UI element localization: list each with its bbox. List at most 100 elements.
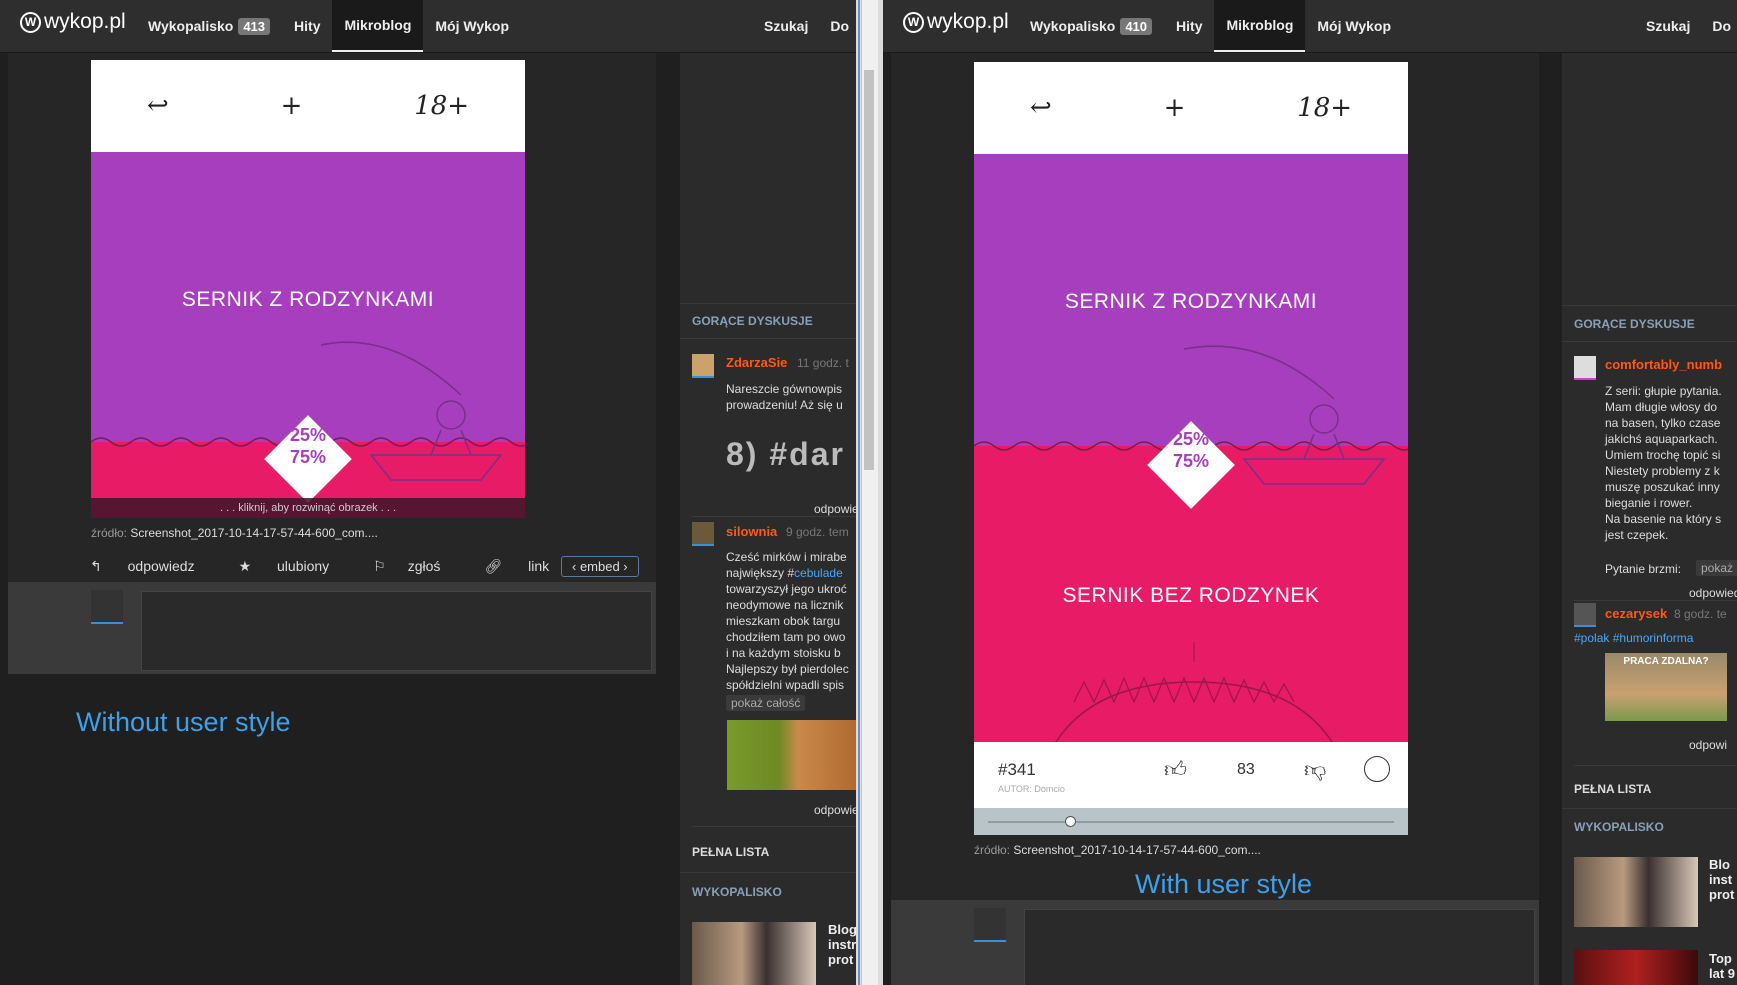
full-list-link[interactable]: PEŁNA LISTA: [1574, 782, 1651, 796]
slider-knob[interactable]: [1065, 816, 1076, 827]
wykopalisko-heading: WYKOPALISKO: [692, 885, 782, 899]
news-thumbnail[interactable]: [1574, 950, 1698, 985]
reply-textarea[interactable]: [1024, 909, 1535, 985]
news-title[interactable]: Top lat 9: [1709, 951, 1735, 981]
logo-text: wykop.pl: [44, 10, 126, 33]
nav-mikroblog[interactable]: Mikroblog: [1214, 0, 1306, 52]
nav-search-link[interactable]: Szukaj: [764, 18, 808, 34]
wykop-logo-icon: W: [903, 11, 924, 33]
thumbs-up-icon[interactable]: 👍︎: [1164, 756, 1187, 783]
divider: [1574, 765, 1737, 766]
nav-mikroblog[interactable]: Mikroblog: [332, 0, 424, 52]
hot-discussions-heading: GORĄCE DYSKUSJE: [1574, 317, 1695, 331]
post-image[interactable]: ↩ + 18+ SERNIK Z RODZYNKAMI 25% 75% . . …: [91, 60, 525, 518]
reply-label: odpowiedz: [127, 558, 195, 574]
source-filename[interactable]: Screenshot_2017-10-14-17-57-44-600_com..…: [130, 526, 378, 540]
divider: [1562, 808, 1737, 809]
caption-without-style: Without user style: [76, 707, 291, 737]
hashtag-link[interactable]: #humorinforma: [1613, 631, 1694, 645]
nav-moj-wykop-label: Mój Wykop: [1317, 18, 1392, 34]
plus-icon: +: [1163, 93, 1186, 123]
nav-wykopalisko[interactable]: Wykopalisko 410: [1018, 0, 1164, 52]
expand-image-bar[interactable]: . . . kliknij, aby rozwinąć obrazek . . …: [91, 498, 525, 518]
main-nav: Wykopalisko 410 Hity Mikroblog Mój Wykop: [1018, 0, 1403, 52]
sidebar-reply-link[interactable]: odpowi: [1689, 738, 1727, 752]
diamond-labels: 25% 75%: [263, 424, 353, 468]
sidebar-reply-link[interactable]: odpowiedz: [814, 803, 856, 817]
meme-thumbnail[interactable]: PRACA ZDALNA?: [1605, 653, 1727, 721]
link-label: link: [528, 558, 550, 574]
thumbs-down-icon[interactable]: 👎︎: [1304, 756, 1326, 783]
reply-textarea[interactable]: [141, 591, 652, 671]
nav-wykopalisko-label: Wykopalisko: [1030, 18, 1116, 34]
nav-moj-wykop[interactable]: Mój Wykop: [423, 0, 521, 52]
avatar-zdarzasie: [692, 354, 714, 378]
post-author[interactable]: comfortably_numb: [1605, 357, 1722, 372]
messenger-icon[interactable]: [1364, 756, 1390, 782]
sidebar-reply-link[interactable]: odpowiedz: [814, 502, 856, 516]
left-browser-pane: W wykop.pl Wykopalisko 413 Hity Mikroblog…: [0, 0, 856, 985]
post-author[interactable]: ZdarzaSie: [726, 355, 787, 370]
post-text-body: towarzyszył jego ukroć neodymowe na licz…: [726, 582, 849, 692]
source-label: źródło:: [91, 526, 128, 540]
full-list-link[interactable]: PEŁNA LISTA: [692, 845, 769, 859]
back-icon: ↩: [146, 91, 169, 121]
progress-slider[interactable]: [974, 808, 1408, 835]
show-more-button[interactable]: pokaż: [1696, 560, 1737, 576]
nav-search-link[interactable]: Szukaj: [1646, 18, 1690, 34]
pct-top-label: 25%: [289, 425, 327, 445]
nav-right: Szukaj Do: [1624, 0, 1731, 52]
flag-icon: ⚐: [373, 558, 386, 574]
wykop-logo[interactable]: W wykop.pl: [903, 10, 1009, 34]
pane-divider: [856, 0, 883, 985]
news-title[interactable]: Blog instr prot: [828, 922, 856, 967]
proboscis-monkey-thumbnail[interactable]: [727, 720, 856, 790]
post-author[interactable]: cezarysek: [1605, 606, 1667, 621]
meme-text: PRACA ZDALNA?: [1623, 656, 1709, 667]
avatar-comfortably-numb: [1574, 356, 1596, 380]
hashtag-link[interactable]: #polak: [1574, 631, 1609, 645]
source-label: źródło:: [974, 843, 1011, 857]
top-nav-bar: W wykop.pl Wykopalisko 413 Hity Mikroblog…: [0, 0, 856, 53]
pct-bottom-label: 75%: [289, 447, 327, 467]
entry-author: AUTOR: Domcio: [998, 784, 1065, 794]
nav-hity[interactable]: Hity: [282, 0, 332, 52]
diamond-labels: 25% 75%: [1146, 428, 1236, 472]
back-icon: ↩: [1029, 93, 1052, 123]
logo-text: wykop.pl: [927, 10, 1009, 33]
post-text-line: największy #: [726, 566, 795, 580]
sidebar-reply-link[interactable]: odpowiedz: [1689, 586, 1737, 600]
avatar-cezarysek: [1574, 603, 1596, 627]
reply-button[interactable]: ↰ odpowiedz: [90, 558, 217, 575]
report-button[interactable]: ⚐ zgłoś: [373, 558, 462, 575]
post-image-expanded[interactable]: ↩ + 18+ SERNIK Z RODZYNKAMI SERNIK BEZ R…: [974, 62, 1408, 835]
link-icon: 🔗︎: [484, 558, 503, 574]
show-more-button[interactable]: pokaż całość: [726, 695, 806, 711]
link-button[interactable]: 🔗︎ link: [484, 558, 571, 575]
nav-hity-label: Hity: [1176, 18, 1203, 34]
news-thumbnail[interactable]: [1574, 857, 1698, 927]
news-thumbnail[interactable]: [692, 922, 816, 985]
wykopalisko-count-badge: 410: [1120, 17, 1153, 35]
nav-hity-label: Hity: [294, 18, 321, 34]
favorite-button[interactable]: ★ ulubiony: [239, 558, 352, 575]
nav-mikroblog-label: Mikroblog: [1226, 17, 1294, 33]
user-avatar: [91, 590, 123, 624]
news-title[interactable]: Blo inst prot: [1709, 857, 1734, 902]
nav-wykopalisko[interactable]: Wykopalisko 413: [136, 0, 282, 52]
image-title: SERNIK Z RODZYNKAMI: [181, 288, 435, 311]
nav-add-link[interactable]: Do: [1712, 18, 1731, 34]
slider-track: [988, 821, 1394, 823]
scrollbar-thumb[interactable]: [864, 70, 874, 470]
wykop-logo[interactable]: W wykop.pl: [20, 10, 126, 34]
image-source: źródło: Screenshot_2017-10-14-17-57-44-6…: [974, 843, 1261, 857]
wykopalisko-heading: WYKOPALISKO: [1574, 820, 1664, 834]
nav-add-link[interactable]: Do: [830, 18, 849, 34]
hashtag-link[interactable]: cebulade: [794, 566, 843, 580]
nav-hity[interactable]: Hity: [1164, 0, 1214, 52]
window-edge: [858, 0, 860, 985]
post-author[interactable]: silownia: [726, 524, 777, 539]
source-filename[interactable]: Screenshot_2017-10-14-17-57-44-600_com..…: [1013, 843, 1261, 857]
nav-moj-wykop[interactable]: Mój Wykop: [1305, 0, 1403, 52]
embed-button[interactable]: ‹ embed ›: [561, 556, 639, 577]
